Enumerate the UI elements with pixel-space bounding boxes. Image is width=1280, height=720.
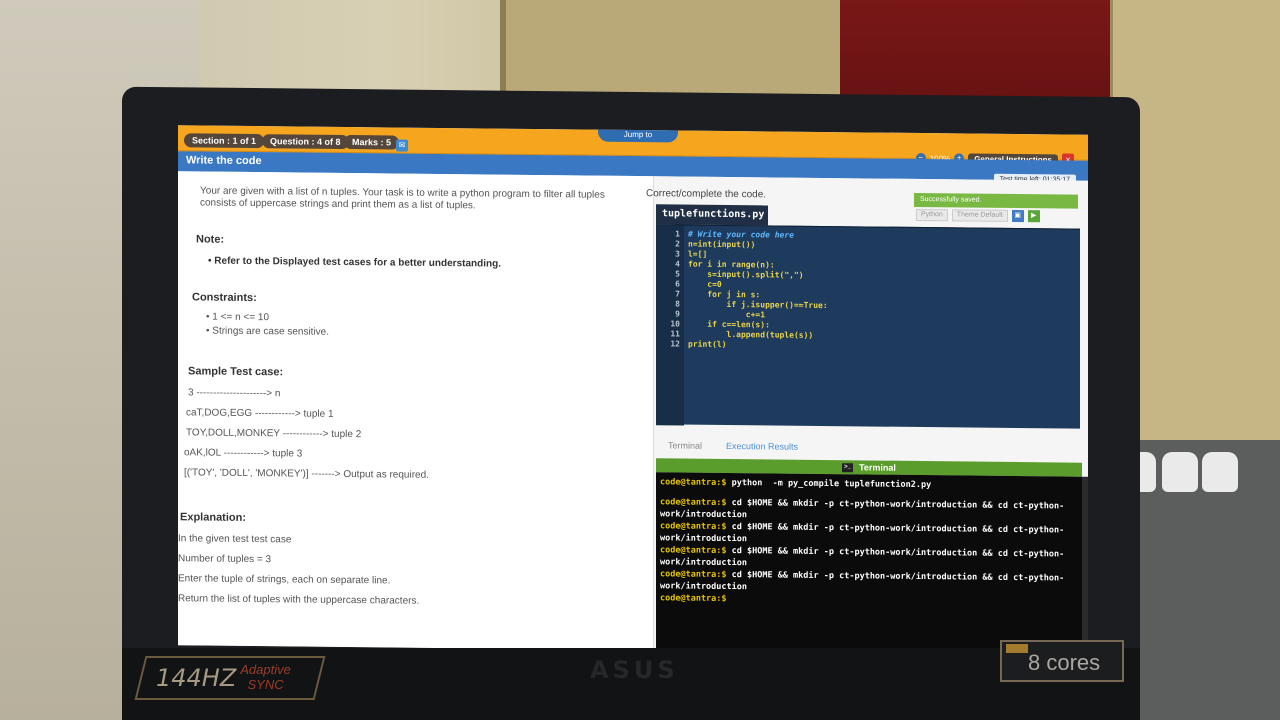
code-panel: Correct/complete the code. Successfully … — [646, 176, 1088, 655]
explanation-line: Number of tuples = 3 — [178, 553, 272, 566]
refresh-rate-label: 144HZ — [156, 664, 237, 692]
explanation-heading: Explanation: — [180, 511, 247, 524]
brand-logo: ASUS — [590, 656, 679, 684]
explanation-line: Enter the tuple of strings, each on sepa… — [178, 573, 391, 587]
problem-intro-line: consists of uppercase strings and print … — [200, 197, 476, 212]
constraint-item: Strings are case sensitive. — [206, 326, 329, 338]
cores-label: 8 cores — [1028, 650, 1101, 675]
sample-line: 3 ---------------------> n — [188, 387, 281, 400]
jump-to-button[interactable]: Jump to — [598, 127, 678, 143]
adaptive-sync-label: Adaptive SYNC — [240, 662, 291, 692]
output-tabs: Terminal Execution Results — [656, 436, 1080, 460]
explanation-line: Return the list of tuples with the upper… — [178, 593, 420, 607]
file-tab[interactable]: tuplefunctions.py — [656, 204, 768, 226]
marks-indicator: Marks : 5 — [344, 134, 400, 150]
question-indicator[interactable]: Question : 4 of 8 — [262, 134, 349, 150]
constraints-heading: Constraints: — [192, 291, 257, 305]
terminal-title: Terminal — [859, 462, 896, 473]
theme-select[interactable]: Theme Default — [951, 209, 1008, 222]
save-icon[interactable]: ▣ — [1011, 209, 1024, 223]
page-title: Write the code — [186, 154, 262, 168]
background-shoe — [1202, 452, 1238, 492]
background-shoe — [1162, 452, 1198, 492]
refresh-rate-badge: 144HZ Adaptive SYNC — [134, 656, 326, 700]
sample-line: [('TOY', 'DOLL', 'MONKEY')] -------> Out… — [184, 467, 429, 481]
chat-icon[interactable]: ✉ — [396, 139, 408, 152]
sample-heading: Sample Test case: — [188, 365, 284, 379]
tab-execution-results[interactable]: Execution Results — [726, 441, 798, 452]
note-heading: Note: — [196, 233, 225, 246]
problem-panel: Your are given with a list of n tuples. … — [178, 171, 654, 651]
terminal-output[interactable]: code@tantra:$ python -m py_compile tuple… — [656, 472, 1082, 655]
sample-line: caT,DOG,EGG ------------> tuple 1 — [186, 407, 334, 420]
code-editor[interactable]: 1 # Write your code here 2 n=int(input()) … — [656, 224, 1080, 429]
terminal-scrollbar[interactable] — [1082, 476, 1088, 655]
section-indicator[interactable]: Section : 1 of 1 — [184, 133, 265, 149]
sample-line: TOY,DOLL,MONKEY ------------> tuple 2 — [186, 427, 362, 441]
saved-toast: Successfully saved. — [914, 192, 1078, 209]
laptop-screen: Section : 1 of 1 Question : 4 of 8 Marks… — [178, 125, 1088, 655]
explanation-line: In the given test test case — [178, 533, 292, 546]
cpu-badge: 8 cores — [1000, 640, 1124, 682]
language-select[interactable]: Python — [916, 208, 948, 222]
editor-toolbar: Python Theme Default ▣ ▶ — [916, 208, 1040, 223]
cpu-brand-mark — [1006, 644, 1028, 653]
constraint-item: 1 <= n <= 10 — [206, 312, 269, 324]
sample-line: oAK,lOL ------------> tuple 3 — [184, 447, 303, 460]
terminal-icon: >_ — [842, 463, 854, 473]
note-item: Refer to the Displayed test cases for a … — [208, 256, 501, 270]
tab-terminal[interactable]: Terminal — [668, 440, 702, 450]
run-icon[interactable]: ▶ — [1027, 210, 1040, 223]
editor-instruction: Correct/complete the code. — [646, 188, 767, 201]
